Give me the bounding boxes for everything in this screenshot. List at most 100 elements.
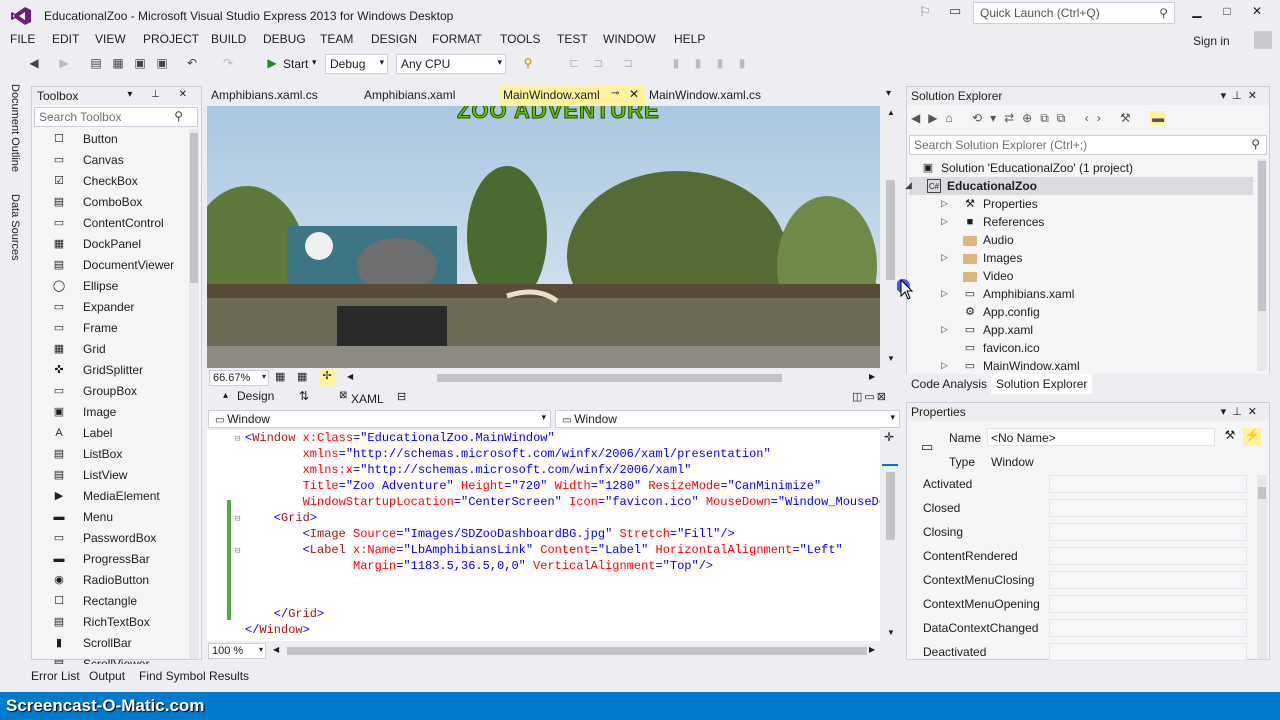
expand-arrow-icon[interactable]: ▷ bbox=[941, 288, 948, 299]
scrollbar-thumb[interactable] bbox=[437, 374, 782, 382]
menu-project[interactable]: PROJECT bbox=[143, 32, 199, 46]
code-zoom-select[interactable]: 100 % ▾ bbox=[208, 643, 266, 659]
solution-search-input[interactable]: Search Solution Explorer (Ctrl+;) ⚲ bbox=[909, 135, 1267, 155]
element-scope-select[interactable]: ▭ Window ▾ bbox=[208, 410, 551, 428]
panel-controls-icon[interactable]: ▾⊥✕ bbox=[1221, 89, 1263, 102]
scroll-left-icon[interactable]: ◀ bbox=[347, 372, 353, 381]
start-dropdown-icon[interactable]: ▾ bbox=[312, 57, 317, 68]
toolbox-item-button[interactable]: ☐ Button bbox=[32, 129, 187, 150]
menu-edit[interactable]: EDIT bbox=[52, 32, 79, 46]
toolbox-item-documentviewer[interactable]: ▤ DocumentViewer bbox=[32, 255, 187, 276]
toolbox-item-richtextbox[interactable]: ▤ RichTextBox bbox=[32, 612, 187, 633]
redo-icon[interactable]: ↷ bbox=[220, 55, 236, 71]
tree-node-app-xaml[interactable]: ▷ ▭ App.xaml bbox=[909, 321, 1253, 339]
scrollbar-thumb[interactable] bbox=[1258, 161, 1266, 311]
close-tab-icon[interactable]: ✕ bbox=[629, 87, 639, 101]
collapse-window-icon[interactable]: ⊟ bbox=[235, 434, 240, 444]
clear-bookmarks-icon[interactable]: ▮ bbox=[734, 55, 750, 71]
tree-node-references[interactable]: ▷ ■ References bbox=[909, 213, 1253, 231]
tree-node-app-config[interactable]: ⚙ App.config bbox=[909, 303, 1253, 321]
start-play-icon[interactable]: ▶ bbox=[264, 55, 280, 71]
grid-icon[interactable]: ▦ bbox=[275, 370, 285, 383]
scroll-right-icon[interactable]: ▶ bbox=[869, 372, 875, 381]
tree-node-audio[interactable]: Audio bbox=[909, 231, 1253, 249]
panel-controls-icon[interactable]: ▾ ⊥ ✕ bbox=[127, 89, 195, 100]
snap-grid-icon[interactable]: ▦ bbox=[297, 370, 307, 383]
menu-help[interactable]: HELP bbox=[674, 32, 705, 46]
properties-wrench-icon[interactable]: ⚒ bbox=[1221, 428, 1239, 446]
expand-arrow-icon[interactable]: ▷ bbox=[941, 360, 948, 371]
scrollbar-thumb[interactable] bbox=[886, 472, 895, 540]
scroll-right-icon[interactable]: ▶ bbox=[869, 645, 875, 654]
tab-overflow-icon[interactable]: ▾ bbox=[886, 88, 891, 99]
tree-node-educationalzoo[interactable]: ◢ C# EducationalZoo bbox=[905, 177, 1253, 195]
pin-icon[interactable]: ⊸ bbox=[611, 88, 619, 99]
effects-icon[interactable]: ✢ bbox=[319, 369, 335, 385]
new-project-icon[interactable]: ▤ bbox=[88, 55, 104, 71]
tab-amphibians-xaml[interactable]: Amphibians.xaml bbox=[360, 86, 490, 106]
menu-debug[interactable]: DEBUG bbox=[263, 32, 306, 46]
scrollbar-thumb[interactable] bbox=[886, 180, 895, 280]
pin-icon[interactable]: ▬ bbox=[1150, 111, 1167, 125]
event-handler-input[interactable] bbox=[1049, 547, 1247, 565]
data-sources-tab[interactable]: Data Sources bbox=[9, 194, 21, 261]
document-outline-tab[interactable]: Document Outline bbox=[9, 84, 21, 172]
toolbox-item-rectangle[interactable]: ☐ Rectangle bbox=[32, 591, 187, 612]
toolbox-item-expander[interactable]: ▭ Expander bbox=[32, 297, 187, 318]
toolbox-scrollbar-thumb[interactable] bbox=[190, 133, 198, 283]
event-handler-input[interactable] bbox=[1049, 619, 1247, 637]
menu-test[interactable]: TEST bbox=[557, 32, 588, 46]
event-handler-input[interactable] bbox=[1049, 643, 1247, 661]
zoom-select[interactable]: 66.67% ▾ bbox=[209, 370, 269, 386]
menu-window[interactable]: WINDOW bbox=[603, 32, 656, 46]
menu-design[interactable]: DESIGN bbox=[371, 32, 417, 46]
tab-code-analysis[interactable]: Code Analysis bbox=[911, 377, 987, 391]
toolbox-item-image[interactable]: ▣ Image bbox=[32, 402, 187, 423]
save-all-icon[interactable]: ▣ bbox=[154, 55, 170, 71]
event-handler-input[interactable] bbox=[1049, 499, 1247, 517]
tree-scrollbar[interactable] bbox=[1257, 159, 1267, 371]
menu-team[interactable]: TEAM bbox=[320, 32, 353, 46]
scroll-down-icon[interactable]: ▼ bbox=[887, 628, 895, 637]
tab-solution-explorer[interactable]: Solution Explorer bbox=[991, 374, 1093, 394]
open-file-icon[interactable]: ▦ bbox=[110, 55, 126, 71]
start-button[interactable]: Start bbox=[283, 57, 308, 71]
toolbox-item-frame[interactable]: ▭ Frame bbox=[32, 318, 187, 339]
expand-arrow-icon[interactable]: ▷ bbox=[941, 324, 948, 335]
toolbox-item-checkbox[interactable]: ☑ CheckBox bbox=[32, 171, 187, 192]
split-layout-icons[interactable]: ◫▭⊠ bbox=[852, 390, 888, 403]
tree-node-properties[interactable]: ▷ ⚒ Properties bbox=[909, 195, 1253, 213]
menu-format[interactable]: FORMAT bbox=[432, 32, 482, 46]
align-center-icon[interactable]: ⊐ bbox=[590, 55, 606, 71]
design-tab[interactable]: Design bbox=[237, 389, 274, 403]
event-handler-input[interactable] bbox=[1049, 523, 1247, 541]
config-select[interactable]: Debug ▾ bbox=[325, 54, 388, 74]
xaml-tab[interactable]: XAML bbox=[351, 392, 384, 406]
tab-amphibians-xaml-cs[interactable]: Amphibians.xaml.cs bbox=[207, 86, 353, 106]
tab-output[interactable]: Output bbox=[89, 669, 125, 683]
quick-launch-input[interactable]: Quick Launch (Ctrl+Q) ⚲ bbox=[973, 2, 1175, 24]
solution-explorer-toolbar[interactable]: ◀▶⌂ ⟲▾⇄⊕⧉⧉ ‹› ⚒ ▬ bbox=[911, 111, 1267, 131]
maximize-button[interactable]: □ bbox=[1215, 4, 1239, 22]
toolbox-item-scrollbar[interactable]: ▮ ScrollBar bbox=[32, 633, 187, 654]
swap-panes-icon[interactable]: ⇅ bbox=[299, 389, 309, 403]
toolbox-item-groupbox[interactable]: ▭ GroupBox bbox=[32, 381, 187, 402]
scroll-up-icon[interactable]: ▲ bbox=[887, 108, 895, 117]
scrollbar-thumb[interactable] bbox=[287, 647, 867, 655]
toolbox-item-gridsplitter[interactable]: ✜ GridSplitter bbox=[32, 360, 187, 381]
find-in-files-icon[interactable]: ⚲ bbox=[520, 55, 536, 71]
toolbox-item-listbox[interactable]: ▤ ListBox bbox=[32, 444, 187, 465]
tab-mainwindow-xaml-cs[interactable]: MainWindow.xaml.cs bbox=[645, 86, 791, 106]
toolbox-search-input[interactable]: Search Toolbox ⚲ bbox=[34, 107, 198, 127]
menu-file[interactable]: FILE bbox=[10, 32, 35, 46]
tree-node-mainwindow-xaml[interactable]: ▷ ▭ MainWindow.xaml bbox=[909, 357, 1253, 375]
menu-view[interactable]: VIEW bbox=[95, 32, 126, 46]
properties-scrollbar[interactable] bbox=[1257, 475, 1267, 659]
toolbox-item-radiobutton[interactable]: ◉ RadioButton bbox=[32, 570, 187, 591]
xaml-vertical-scrollbar[interactable]: ✛ ▼ bbox=[881, 430, 901, 642]
collapse-grid-icon[interactable]: ⊟ bbox=[235, 514, 240, 524]
tree-node-amphibians-xaml[interactable]: ▷ ▭ Amphibians.xaml bbox=[909, 285, 1253, 303]
designer-vertical-scrollbar[interactable]: ▲ ▼ bbox=[881, 106, 901, 368]
event-handler-input[interactable] bbox=[1049, 595, 1247, 613]
sign-in-link[interactable]: Sign in bbox=[1193, 34, 1230, 48]
